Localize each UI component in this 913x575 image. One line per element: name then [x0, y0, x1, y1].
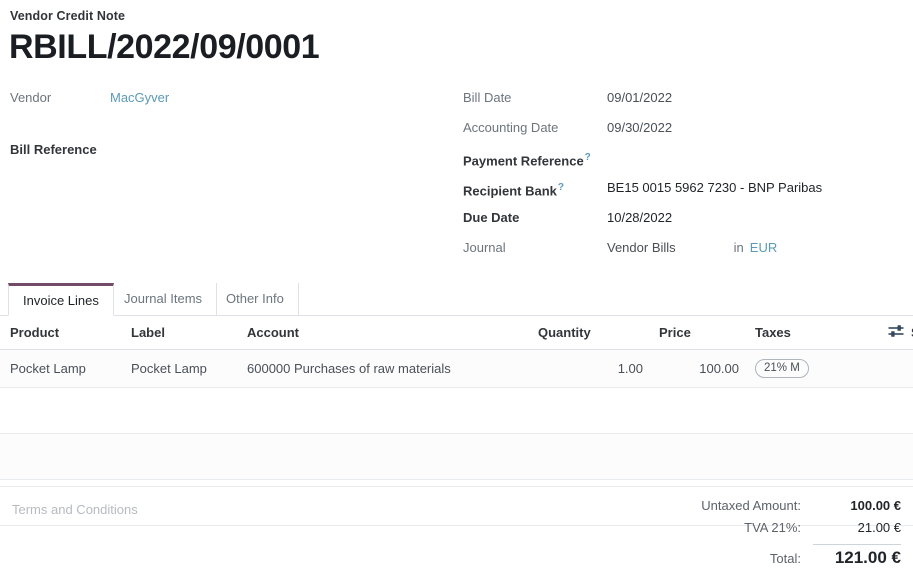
- cell-quantity[interactable]: 1.00: [530, 350, 651, 388]
- cell-label[interactable]: Pocket Lamp: [123, 350, 239, 388]
- cell-empty[interactable]: [0, 434, 123, 480]
- cell-price[interactable]: 100.00: [651, 350, 747, 388]
- column-header-subtotal[interactable]: Subtotal: [903, 316, 913, 350]
- total-row-grand: Total: 121.00 €: [673, 544, 901, 572]
- payment-reference-label-text: Payment Reference: [463, 153, 584, 168]
- left-field-group: Vendor MacGyver Bill Reference: [10, 86, 450, 168]
- untaxed-amount-label: Untaxed Amount:: [701, 498, 813, 513]
- cell-empty[interactable]: [903, 434, 913, 480]
- cell-empty[interactable]: [530, 434, 651, 480]
- table-row-empty[interactable]: [0, 388, 913, 434]
- journal-label: Journal: [463, 236, 607, 257]
- cell-empty[interactable]: [651, 388, 747, 434]
- column-header-product[interactable]: Product: [0, 316, 123, 350]
- tab-journal-items[interactable]: Journal Items: [110, 283, 217, 316]
- sliders-icon[interactable]: [888, 324, 904, 338]
- journal-in-text: in: [734, 240, 744, 255]
- help-icon[interactable]: ?: [585, 152, 591, 163]
- table-row[interactable]: Pocket Lamp Pocket Lamp 600000 Purchases…: [0, 350, 913, 388]
- vendor-label: Vendor: [10, 86, 110, 107]
- column-header-label[interactable]: Label: [123, 316, 239, 350]
- vendor-link[interactable]: MacGyver: [110, 90, 169, 105]
- cell-empty[interactable]: [239, 388, 530, 434]
- cell-taxes[interactable]: 21% M: [747, 350, 903, 388]
- tab-invoice-lines[interactable]: Invoice Lines: [8, 283, 114, 316]
- journal-value: Vendor Bills in EUR: [607, 236, 777, 257]
- document-type-label: Vendor Credit Note: [10, 9, 125, 23]
- bill-reference-label: Bill Reference: [10, 138, 110, 159]
- cell-empty[interactable]: [651, 434, 747, 480]
- total-value: 121.00 €: [813, 544, 901, 568]
- accounting-date-value[interactable]: 09/30/2022: [607, 116, 672, 137]
- table-header-row: Product Label Account Quantity Price Tax…: [0, 316, 913, 350]
- recipient-bank-value[interactable]: BE15 0015 5962 7230 - BNP Paribas: [607, 176, 822, 197]
- column-header-price[interactable]: Price: [651, 316, 747, 350]
- cell-empty[interactable]: [123, 434, 239, 480]
- cell-subtotal: 100.00 €: [903, 350, 913, 388]
- tab-other-info-label: Other Info: [226, 291, 284, 306]
- untaxed-amount-value: 100.00 €: [813, 498, 901, 513]
- payment-reference-label: Payment Reference?: [463, 146, 607, 170]
- due-date-label: Due Date: [463, 206, 607, 227]
- tax-value: 21.00 €: [813, 520, 901, 535]
- cell-empty[interactable]: [530, 388, 651, 434]
- field-row-vendor: Vendor MacGyver: [10, 86, 450, 116]
- tab-bar: Invoice Lines Journal Items Other Info: [0, 283, 913, 316]
- bill-date-value[interactable]: 09/01/2022: [607, 86, 672, 107]
- cell-empty[interactable]: [239, 434, 530, 480]
- terms-and-conditions-input[interactable]: Terms and Conditions: [12, 502, 138, 517]
- field-row-recipient-bank: Recipient Bank? BE15 0015 5962 7230 - BN…: [463, 176, 913, 206]
- field-row-bill-reference: Bill Reference: [10, 138, 450, 168]
- journal-name[interactable]: Vendor Bills: [607, 240, 676, 255]
- tab-journal-items-label: Journal Items: [124, 291, 202, 306]
- table-row-empty[interactable]: [0, 434, 913, 480]
- invoice-form-sheet: Vendor Credit Note RBILL/2022/09/0001 Ve…: [0, 0, 913, 575]
- page-title: RBILL/2022/09/0001: [9, 25, 319, 69]
- cell-empty[interactable]: [123, 388, 239, 434]
- accounting-date-label: Accounting Date: [463, 116, 607, 137]
- field-row-spacer: [10, 116, 450, 138]
- total-row-tax: TVA 21%: 21.00 €: [673, 520, 901, 542]
- field-row-due-date: Due Date 10/28/2022: [463, 206, 913, 236]
- total-row-untaxed: Untaxed Amount: 100.00 €: [673, 498, 901, 520]
- invoice-lines-table: Product Label Account Quantity Price Tax…: [0, 316, 913, 526]
- recipient-bank-label: Recipient Bank?: [463, 176, 607, 200]
- column-header-taxes[interactable]: Taxes: [747, 316, 903, 350]
- footer-divider: [0, 486, 913, 487]
- field-row-payment-reference: Payment Reference?: [463, 146, 913, 176]
- cell-empty[interactable]: [903, 388, 913, 434]
- cell-product[interactable]: Pocket Lamp: [0, 350, 123, 388]
- tax-label[interactable]: TVA 21%:: [744, 520, 813, 535]
- recipient-bank-label-text: Recipient Bank: [463, 183, 557, 198]
- totals-panel: Untaxed Amount: 100.00 € TVA 21%: 21.00 …: [673, 498, 901, 572]
- cell-empty[interactable]: [747, 388, 903, 434]
- vendor-value: MacGyver: [110, 86, 169, 107]
- tab-invoice-lines-label: Invoice Lines: [23, 293, 99, 308]
- currency-link[interactable]: EUR: [750, 240, 777, 255]
- column-header-account[interactable]: Account: [239, 316, 530, 350]
- due-date-value[interactable]: 10/28/2022: [607, 206, 672, 227]
- field-row-journal: Journal Vendor Bills in EUR: [463, 236, 913, 266]
- bill-date-label: Bill Date: [463, 86, 607, 107]
- cell-account[interactable]: 600000 Purchases of raw materials: [239, 350, 530, 388]
- tab-other-info[interactable]: Other Info: [212, 283, 299, 316]
- help-icon[interactable]: ?: [558, 182, 564, 193]
- cell-empty[interactable]: [747, 434, 903, 480]
- field-row-accounting-date: Accounting Date 09/30/2022: [463, 116, 913, 146]
- column-header-quantity[interactable]: Quantity: [530, 316, 651, 350]
- field-row-bill-date: Bill Date 09/01/2022: [463, 86, 913, 116]
- tax-badge: 21% M: [755, 359, 809, 378]
- total-label: Total:: [770, 551, 813, 566]
- right-field-group: Bill Date 09/01/2022 Accounting Date 09/…: [463, 86, 913, 266]
- cell-empty[interactable]: [0, 388, 123, 434]
